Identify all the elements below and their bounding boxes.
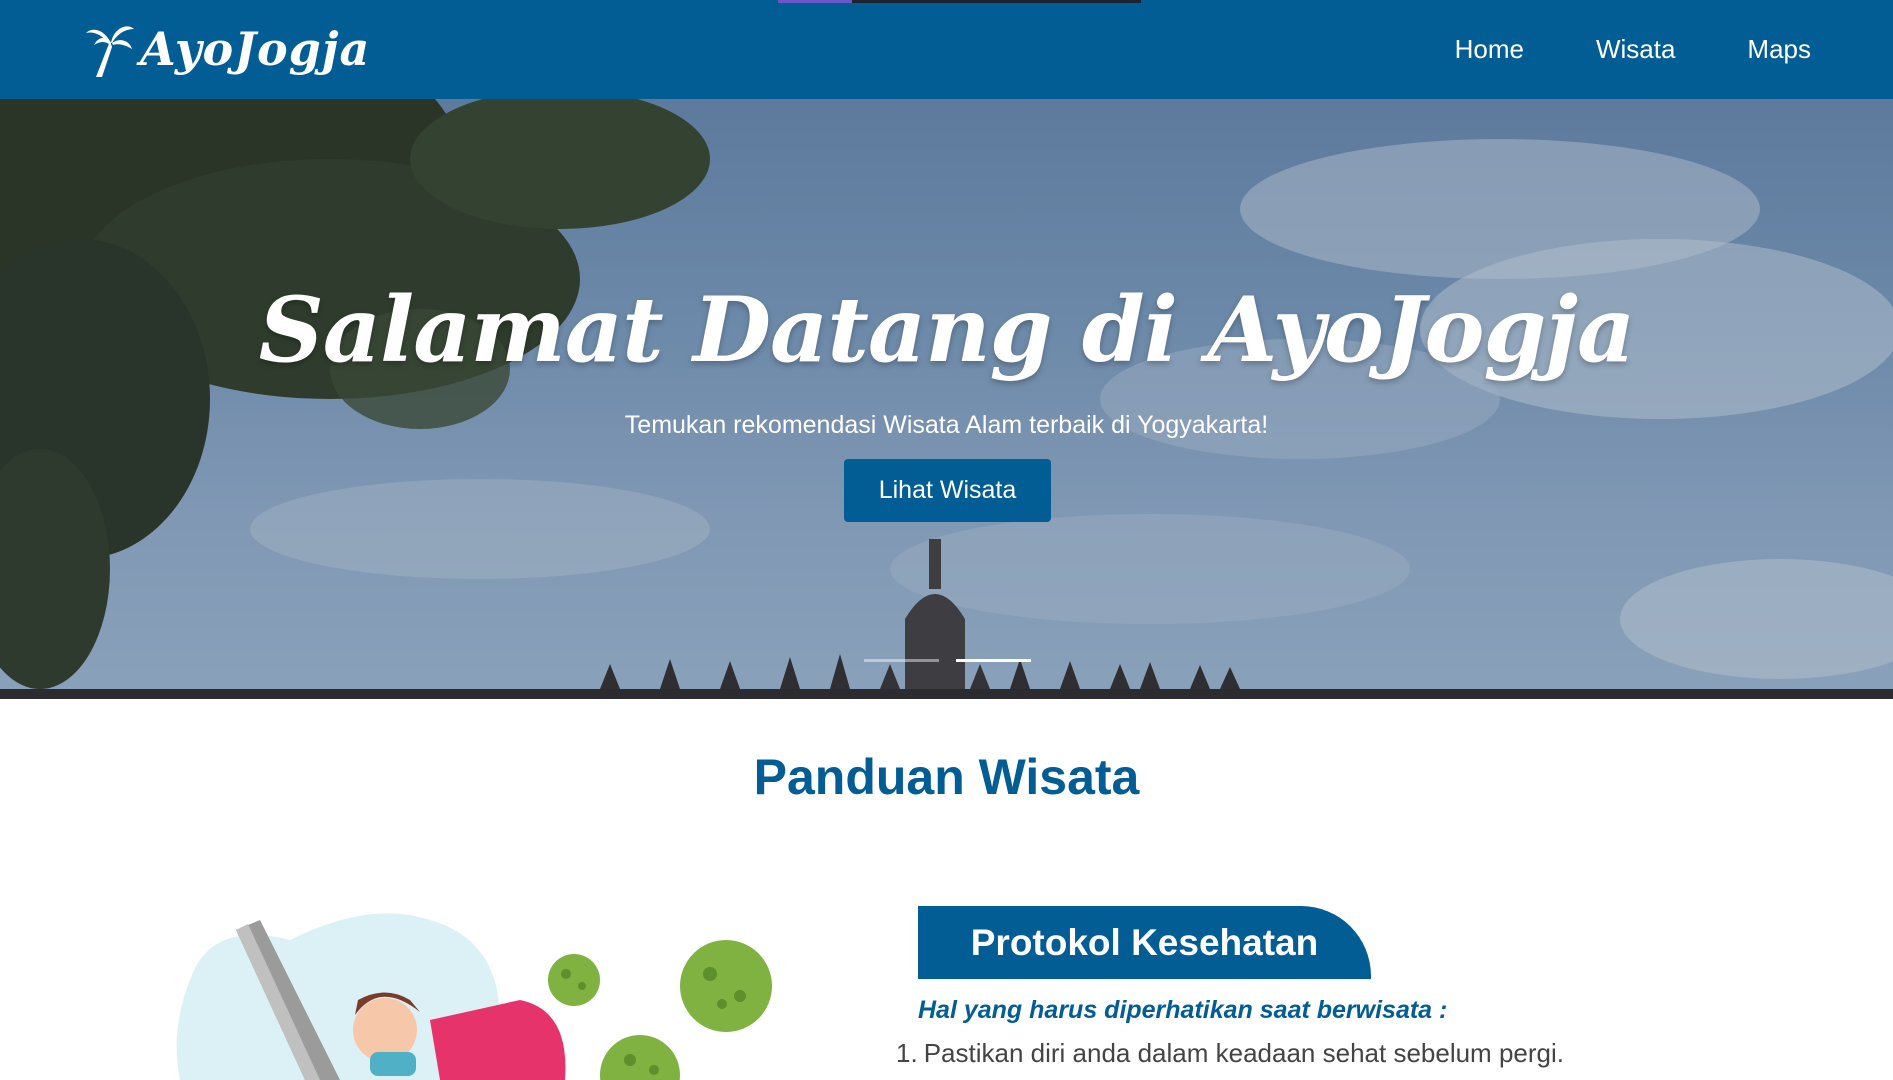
hero-title: Salamat Datang di AyoJogja (258, 277, 1636, 383)
protocol-badge: Protokol Kesehatan (918, 906, 1371, 979)
nav-link-wisata[interactable]: Wisata (1596, 34, 1675, 65)
carousel-indicator-2[interactable] (956, 659, 1031, 662)
hero-background-image (0, 99, 1893, 699)
logo-text: AyoJogja (140, 22, 371, 76)
protocol-list: 1. Pastikan diri anda dalam keadaan seha… (896, 1038, 1696, 1069)
hero-carousel: Salamat Datang di AyoJogja Temukan rekom… (0, 99, 1893, 699)
list-item: 1. Pastikan diri anda dalam keadaan seha… (896, 1038, 1696, 1069)
list-item-text: Pastikan diri anda dalam keadaan sehat s… (923, 1038, 1564, 1068)
nav-link-home[interactable]: Home (1455, 34, 1524, 65)
virus-icon (548, 940, 772, 1080)
site-logo[interactable]: AyoJogja (84, 14, 370, 84)
main-nav: Home Wisata Maps (1455, 0, 1811, 99)
protocol-heading: Hal yang harus diperhatikan saat berwisa… (918, 996, 1448, 1024)
navbar: AyoJogja Home Wisata Maps (0, 0, 1893, 99)
list-item-number: 1. (896, 1038, 918, 1068)
loading-progress-bar (778, 0, 1141, 3)
hero-subtitle: Temukan rekomendasi Wisata Alam terbaik … (624, 411, 1269, 439)
nav-link-maps[interactable]: Maps (1747, 34, 1811, 65)
carousel-indicators (864, 659, 1031, 662)
palm-tree-icon (86, 26, 134, 77)
health-protection-illustration (176, 913, 772, 1080)
section-title: Panduan Wisata (753, 749, 1140, 805)
carousel-indicator-1[interactable] (864, 659, 939, 662)
lihat-wisata-button[interactable]: Lihat Wisata (844, 459, 1051, 522)
